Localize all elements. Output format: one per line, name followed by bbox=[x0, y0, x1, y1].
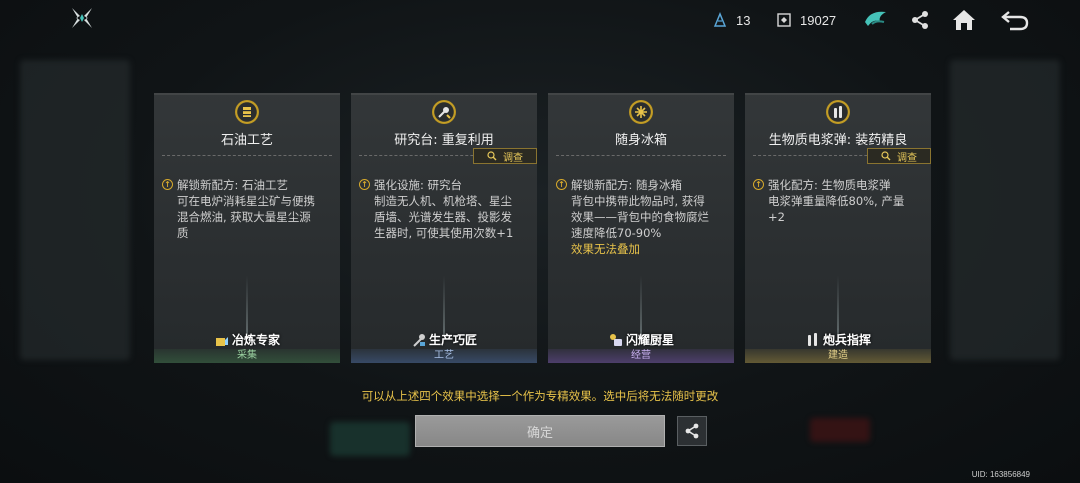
badge-label: 冶炼专家 bbox=[231, 333, 280, 347]
perk-card-portable-fridge[interactable]: 随身冰箱 ↑ 解锁新配方: 随身冰箱 背包中携带此物品时, 获得 效果——背包中的… bbox=[548, 93, 734, 363]
perk-badge: 炮兵指挥 bbox=[745, 331, 931, 348]
background-panel-left bbox=[20, 60, 130, 360]
upgrade-arrow-icon: ↑ bbox=[753, 179, 764, 190]
share-button[interactable] bbox=[677, 416, 707, 446]
effect-warning: 效果无法叠加 bbox=[571, 242, 640, 256]
category-tag: 工艺 bbox=[351, 349, 537, 363]
inspect-label: 调查 bbox=[503, 152, 523, 164]
badge-label: 生产巧匠 bbox=[428, 333, 477, 347]
confirm-button[interactable]: 确定 bbox=[415, 415, 665, 447]
card-title: 生物质电浆弹: 装药精良 bbox=[768, 133, 908, 148]
crystal-icon bbox=[713, 12, 727, 27]
user-id: UID: 163856849 bbox=[971, 470, 1030, 479]
share-icon bbox=[685, 423, 699, 439]
currency-resource: 19027 bbox=[776, 10, 836, 30]
crystal-resource: 13 bbox=[712, 10, 750, 30]
card-title: 随身冰箱 bbox=[614, 133, 667, 148]
perk-card-oil-craft[interactable]: 石油工艺 ↑ 解锁新配方: 石油工艺 可在电炉消耗星尘矿与便携 混合燃油, 获取大… bbox=[154, 93, 340, 363]
upgrade-arrow-icon: ↑ bbox=[359, 179, 370, 190]
smelting-icon bbox=[215, 336, 228, 346]
home-icon[interactable] bbox=[950, 6, 978, 34]
top-bar: 13 19027 bbox=[0, 0, 1080, 40]
category-tag: 采集 bbox=[154, 349, 340, 363]
drill-icon bbox=[432, 100, 456, 124]
card-title: 研究台: 重复利用 bbox=[394, 133, 494, 148]
craftsman-icon bbox=[413, 333, 425, 347]
currency-count: 19027 bbox=[800, 12, 837, 28]
effect-detail-line: 质 bbox=[177, 226, 189, 240]
badge-label: 闪耀厨星 bbox=[625, 333, 674, 347]
card-description: ↑ 解锁新配方: 随身冰箱 背包中携带此物品时, 获得 效果——背包中的食物腐烂 … bbox=[556, 177, 728, 257]
crystal-count: 13 bbox=[736, 12, 751, 28]
light-beam bbox=[837, 275, 839, 335]
effect-detail-line: 生器时, 可使其使用次数+1 bbox=[374, 226, 514, 240]
light-beam bbox=[246, 275, 248, 335]
share-icon[interactable] bbox=[906, 6, 934, 34]
background-button-left bbox=[330, 422, 410, 456]
perk-card-research-table[interactable]: 研究台: 重复利用 调查 ↑ 强化设施: 研究台 制造无人机、机枪塔、星尘 盾墙、… bbox=[351, 93, 537, 363]
background-panel-right bbox=[950, 60, 1060, 360]
card-description: ↑ 解锁新配方: 石油工艺 可在电炉消耗星尘矿与便携 混合燃油, 获取大量星尘源 … bbox=[162, 177, 334, 241]
inspect-button[interactable]: 调查 bbox=[473, 148, 537, 164]
category-tag: 经营 bbox=[548, 349, 734, 363]
inspect-label: 调查 bbox=[897, 152, 917, 164]
currency-icon bbox=[777, 13, 791, 27]
effect-summary: 强化配方: 生物质电浆弹 bbox=[768, 178, 891, 192]
back-icon[interactable] bbox=[1000, 6, 1029, 34]
effect-summary: 强化设施: 研究台 bbox=[374, 178, 463, 192]
perk-badge: 生产巧匠 bbox=[351, 331, 537, 348]
background-button-right bbox=[810, 418, 870, 442]
effect-detail-line: 制造无人机、机枪塔、星尘 bbox=[374, 194, 512, 208]
magnifier-icon bbox=[487, 151, 497, 161]
selection-notice: 可以从上述四个效果中选择一个作为专精效果。选中后将无法随时更改 bbox=[361, 389, 719, 403]
inspect-button[interactable]: 调查 bbox=[867, 148, 931, 164]
light-beam bbox=[443, 275, 445, 335]
effect-summary: 解锁新配方: 石油工艺 bbox=[177, 178, 289, 192]
divider bbox=[556, 155, 726, 156]
card-title: 石油工艺 bbox=[220, 133, 273, 148]
effect-detail-line: +2 bbox=[768, 210, 785, 224]
effect-detail-line: 背包中携带此物品时, 获得 bbox=[571, 194, 705, 208]
card-description: ↑ 强化设施: 研究台 制造无人机、机枪塔、星尘 盾墙、光谱发生器、投影发 生器时… bbox=[359, 177, 531, 241]
upgrade-arrow-icon: ↑ bbox=[556, 179, 567, 190]
badge-label: 炮兵指挥 bbox=[822, 333, 871, 347]
faction-emblem-icon[interactable] bbox=[862, 6, 890, 34]
magnifier-icon bbox=[881, 151, 891, 161]
perk-badge: 闪耀厨星 bbox=[548, 331, 734, 348]
effect-detail-line: 效果——背包中的食物腐烂 bbox=[571, 210, 709, 224]
effect-detail-line: 可在电炉消耗星尘矿与便携 bbox=[177, 194, 315, 208]
category-tag: 建造 bbox=[745, 349, 931, 363]
effect-detail-line: 盾墙、光谱发生器、投影发 bbox=[374, 210, 512, 224]
game-logo-icon[interactable] bbox=[70, 6, 94, 30]
chef-icon bbox=[609, 333, 622, 346]
artillery-icon bbox=[807, 332, 817, 346]
perk-card-biomass-plasma-shell[interactable]: 生物质电浆弹: 装药精良 调查 ↑ 强化配方: 生物质电浆弹 电浆弹重量降低80%… bbox=[745, 93, 931, 363]
effect-detail-line: 电浆弹重量降低80%, 产量 bbox=[768, 194, 905, 208]
shells-icon bbox=[826, 100, 850, 124]
perk-badge: 冶炼专家 bbox=[154, 331, 340, 348]
upgrade-arrow-icon: ↑ bbox=[162, 179, 173, 190]
effect-detail-line: 混合燃油, 获取大量星尘源 bbox=[177, 210, 311, 224]
light-beam bbox=[640, 275, 642, 335]
card-description: ↑ 强化配方: 生物质电浆弹 电浆弹重量降低80%, 产量 +2 bbox=[753, 177, 925, 225]
divider bbox=[162, 155, 332, 156]
effect-summary: 解锁新配方: 随身冰箱 bbox=[571, 178, 683, 192]
snowflake-icon bbox=[629, 100, 653, 124]
oil-barrel-icon bbox=[235, 100, 259, 124]
effect-detail-line: 速度降低70-90% bbox=[571, 226, 662, 240]
